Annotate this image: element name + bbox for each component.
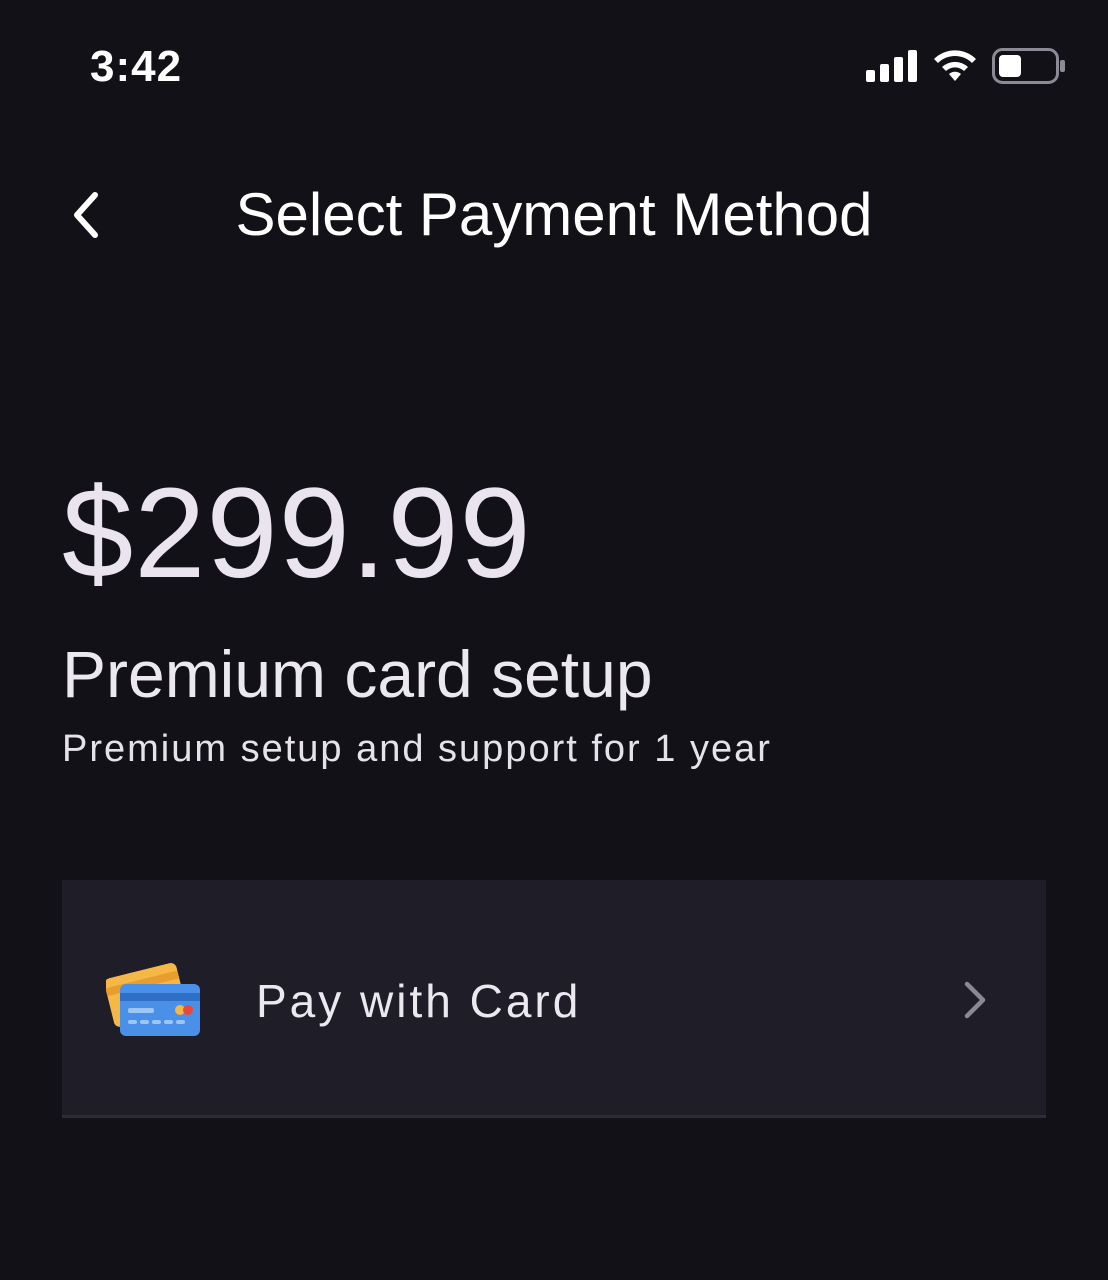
- price-amount: $299.99: [62, 462, 532, 605]
- status-icons: [866, 48, 1066, 84]
- pay-with-card-label: Pay with Card: [256, 975, 582, 1027]
- chevron-right-icon: [964, 981, 986, 1019]
- status-time: 3:42: [90, 42, 183, 91]
- wifi-icon: [934, 50, 976, 81]
- page-title: Select Payment Method: [235, 181, 873, 248]
- battery-icon: [992, 48, 1065, 84]
- credit-card-icon: [106, 963, 200, 1036]
- payment-method-screen: 3:42 Select Payment Method $299.99 Premi…: [0, 0, 1108, 1280]
- product-title: Premium card setup: [62, 637, 653, 711]
- pay-with-card-button[interactable]: Pay with Card: [62, 880, 1046, 1118]
- product-subtitle: Premium setup and support for 1 year: [62, 728, 772, 770]
- signal-icon: [866, 50, 917, 82]
